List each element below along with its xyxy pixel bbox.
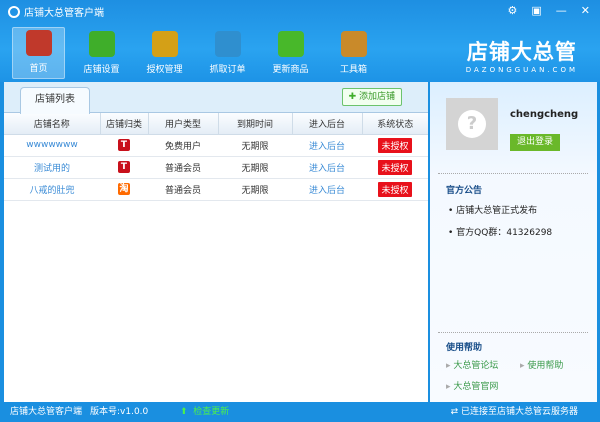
- toolbar-item-1[interactable]: 店铺设置: [75, 27, 128, 79]
- platform-icon: T: [118, 139, 130, 151]
- update-arrow-icon: ⬆: [180, 407, 188, 417]
- status-badge: 未授权: [378, 181, 412, 197]
- status-badge: 未授权: [378, 137, 412, 153]
- col-enter: 进入后台: [292, 113, 363, 135]
- side-panel: ? chengcheng 退出登录 官方公告 • 店铺大总管正式发布 • 官方Q…: [430, 82, 597, 402]
- toolbar-label: 工具箱: [339, 65, 367, 75]
- toolbar-item-4[interactable]: 更新商品: [264, 27, 317, 79]
- enter-backend-link[interactable]: 进入后台: [292, 156, 362, 179]
- col-status: 系统状态: [362, 113, 428, 135]
- user-placeholder-icon: ?: [458, 110, 486, 138]
- up-arrow-icon: [277, 31, 304, 57]
- status-cell: 未授权: [362, 178, 428, 201]
- plus-icon: ✚: [348, 92, 357, 102]
- divider: [438, 173, 588, 174]
- brand-domain: DAZONGGUAN.COM: [465, 66, 578, 74]
- col-name: 店铺名称: [4, 113, 101, 135]
- category-cell: 淘: [100, 178, 148, 201]
- enter-backend-link[interactable]: 进入后台: [292, 178, 362, 201]
- toolbox-icon: [340, 31, 367, 57]
- app-logo-icon: [8, 5, 20, 18]
- status-cell: 未授权: [362, 156, 428, 179]
- expiry: 无期限: [218, 178, 292, 201]
- divider: [438, 332, 588, 333]
- toolbar-label: 授权管理: [146, 65, 183, 75]
- add-shop-label: 添加店铺: [358, 92, 395, 102]
- help-link-forum[interactable]: 大总管论坛: [446, 358, 498, 371]
- col-expiry: 到期时间: [218, 113, 293, 135]
- add-shop-button[interactable]: ✚ 添加店铺: [341, 88, 402, 106]
- status-cell: 未授权: [362, 134, 428, 157]
- notice-item: • 店铺大总管正式发布: [448, 206, 538, 216]
- toolbar-label: 店铺设置: [83, 65, 120, 75]
- brand-logo: 店铺大总管 DAZONGGUAN.COM: [466, 36, 578, 74]
- user-type: 免费用户: [148, 134, 218, 157]
- orders-icon: [214, 31, 241, 57]
- notice-text: 店铺大总管正式发布: [456, 206, 538, 216]
- close-button[interactable]: ✕: [581, 4, 590, 17]
- table-row: wwwwwww T 免费用户 无期限 进入后台 未授权: [4, 134, 428, 157]
- notice-item: • 官方QQ群：41326298: [448, 228, 553, 238]
- platform-icon: 淘: [118, 183, 130, 195]
- table-row: 测试用的 T 普通会员 无期限 进入后台 未授权: [4, 156, 428, 179]
- tab-shop-list[interactable]: 店铺列表: [20, 87, 90, 114]
- gear-icon: [88, 31, 115, 57]
- help-link-guide[interactable]: 使用帮助: [520, 358, 563, 371]
- toolbar-item-2[interactable]: 授权管理: [138, 27, 191, 79]
- help-link-website[interactable]: 大总管官网: [446, 379, 498, 392]
- user-type: 普通会员: [148, 156, 218, 179]
- toolbar-label: 更新商品: [272, 65, 309, 75]
- shop-name[interactable]: 八戒的肚兜: [4, 178, 100, 201]
- minimize-button[interactable]: —: [556, 4, 567, 17]
- brand-name: 店铺大总管: [466, 40, 577, 64]
- help-title: 使用帮助: [446, 343, 483, 353]
- expiry: 无期限: [218, 134, 292, 157]
- shop-name[interactable]: wwwwwww: [4, 134, 100, 157]
- platform-icon: T: [118, 161, 130, 173]
- toolbar-item-5[interactable]: 工具箱: [327, 27, 380, 79]
- username: chengcheng: [510, 109, 579, 120]
- shop-list-panel: 店铺列表 ✚ 添加店铺 店铺名称 店铺归类 用户类型 到期时间 进入后台 系统状…: [4, 82, 428, 402]
- home-icon: [25, 30, 52, 56]
- toolbar-item-0[interactable]: 首页: [12, 27, 65, 79]
- check-update-label: 检查更新: [193, 407, 230, 417]
- avatar: ?: [446, 98, 498, 150]
- connection-text: 已连接至店铺大总管云服务器: [460, 407, 578, 417]
- toolbar-item-3[interactable]: 抓取订单: [201, 27, 254, 79]
- lock-key-icon: [151, 31, 178, 57]
- settings-icon[interactable]: ⚙: [508, 4, 518, 17]
- notice-title: 官方公告: [446, 186, 483, 196]
- enter-backend-link[interactable]: 进入后台: [292, 134, 362, 157]
- header: 店铺大总管客户端 ⚙ ▣ — ✕ 首页 店铺设置 授权管理 抓取订单 更新商品 工具箱 店…: [0, 0, 600, 82]
- connection-icon: ⇄: [450, 407, 459, 417]
- status-version: 版本号:v1.0.0: [90, 407, 149, 417]
- notice-text: 官方QQ群：41326298: [456, 228, 553, 238]
- col-category: 店铺归类: [100, 113, 149, 135]
- check-update-button[interactable]: ⬆ 检查更新: [180, 402, 229, 422]
- status-bar: 店铺大总管客户端 版本号:v1.0.0 ⬆ 检查更新 ⇄ 已连接至店铺大总管云服…: [0, 402, 600, 422]
- table-row: 八戒的肚兜 淘 普通会员 无期限 进入后台 未授权: [4, 178, 428, 201]
- toolbar-label: 抓取订单: [209, 65, 246, 75]
- logout-button[interactable]: 退出登录: [510, 134, 560, 151]
- category-cell: T: [100, 134, 148, 157]
- shop-name[interactable]: 测试用的: [4, 156, 100, 179]
- user-type: 普通会员: [148, 178, 218, 201]
- app-title: 店铺大总管客户端: [8, 4, 104, 19]
- status-badge: 未授权: [378, 159, 412, 175]
- status-app-name: 店铺大总管客户端: [10, 407, 83, 417]
- connection-status: ⇄ 已连接至店铺大总管云服务器: [451, 402, 578, 422]
- expiry: 无期限: [218, 156, 292, 179]
- skin-icon[interactable]: ▣: [531, 4, 541, 17]
- col-user-type: 用户类型: [148, 113, 219, 135]
- shop-table: 店铺名称 店铺归类 用户类型 到期时间 进入后台 系统状态 wwwwwww T …: [4, 113, 428, 201]
- category-cell: T: [100, 156, 148, 179]
- toolbar-label: 首页: [29, 64, 48, 74]
- app-title-text: 店铺大总管客户端: [24, 8, 104, 19]
